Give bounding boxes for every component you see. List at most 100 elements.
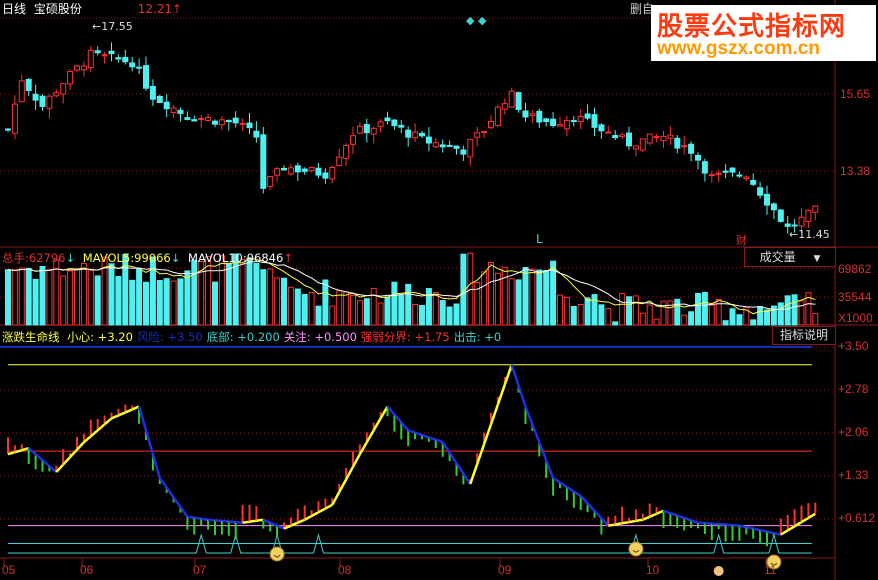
indicator-line-segment bbox=[331, 491, 341, 506]
indicator-line-segment bbox=[746, 525, 754, 530]
volume-bar bbox=[281, 277, 287, 326]
price-value: 12.21 bbox=[137, 2, 173, 16]
candle bbox=[39, 95, 46, 107]
volume-bar bbox=[688, 311, 695, 326]
volume-bar bbox=[87, 269, 94, 326]
indicator-param: 出击: +0 bbox=[453, 330, 502, 344]
stock-name: 宝硕股份 bbox=[33, 2, 82, 16]
indicator-line-segment bbox=[752, 527, 761, 532]
indicator-line-segment bbox=[165, 486, 175, 499]
candle bbox=[18, 80, 25, 103]
volume-bar bbox=[315, 305, 322, 326]
volume-bar bbox=[384, 296, 391, 326]
volume-bar bbox=[639, 312, 646, 326]
indicator-param: 小心: +3.20 bbox=[67, 330, 133, 344]
volume-bar bbox=[667, 300, 674, 326]
volume-bar bbox=[67, 270, 74, 326]
indicator-line-segment bbox=[496, 384, 506, 405]
candle bbox=[191, 119, 198, 122]
indicator-line-segment bbox=[531, 423, 541, 443]
indicator-line-segment bbox=[503, 364, 513, 386]
indicator-line-segment bbox=[628, 519, 637, 524]
candle bbox=[74, 65, 80, 71]
volume-bar bbox=[363, 298, 370, 326]
indicator-line-segment bbox=[469, 463, 479, 485]
indicator-axis-label: +1.33 bbox=[838, 468, 869, 482]
indicator-line-segment bbox=[345, 466, 355, 481]
volume-bar bbox=[398, 294, 405, 326]
candle bbox=[467, 138, 474, 158]
indicator-line-segment bbox=[76, 441, 85, 451]
volume-bar bbox=[591, 294, 598, 326]
volume-bar bbox=[136, 268, 143, 326]
indicator-line-segment bbox=[545, 459, 555, 479]
indicator-selector[interactable]: 成交量 ▼ bbox=[744, 247, 836, 267]
indicator-param: 风险: +3.50 bbox=[136, 330, 203, 344]
indicator-line-segment bbox=[593, 509, 603, 520]
volume-bar bbox=[191, 259, 198, 326]
volume-axis-label: 35544 bbox=[838, 290, 872, 304]
candle bbox=[156, 95, 163, 104]
candle bbox=[377, 121, 384, 128]
candle bbox=[626, 132, 632, 147]
marker-l: L bbox=[536, 232, 543, 246]
volume-bar bbox=[729, 308, 736, 326]
indicator-line-segment bbox=[586, 502, 596, 512]
volume-bar bbox=[522, 267, 529, 326]
diamond-icon: ◆ ◆ bbox=[466, 14, 487, 27]
volume-bar bbox=[543, 269, 550, 326]
indicator-line-segment bbox=[194, 516, 202, 520]
indicator-line-segment bbox=[358, 441, 368, 455]
indicator-line-segment bbox=[482, 423, 493, 445]
candle bbox=[805, 209, 812, 222]
mavol10-line bbox=[7, 260, 816, 311]
header: 日线 宝硕股份 12.21↑ bbox=[2, 0, 182, 17]
volume-bar bbox=[32, 278, 39, 326]
volume-bar bbox=[329, 305, 336, 326]
indicator-line-segment bbox=[559, 481, 568, 488]
volume-bar bbox=[453, 303, 460, 326]
indicator-line-segment bbox=[787, 525, 796, 532]
volume-bar bbox=[798, 300, 805, 326]
volume-bar bbox=[757, 306, 764, 326]
candle bbox=[729, 167, 736, 173]
candle bbox=[419, 132, 425, 137]
volume-bar bbox=[370, 287, 377, 326]
candle bbox=[239, 122, 246, 125]
candle bbox=[60, 83, 67, 95]
period-label[interactable]: 日线 bbox=[2, 2, 26, 16]
indicator-line-segment bbox=[311, 511, 320, 518]
candle bbox=[563, 119, 570, 130]
volume-bar bbox=[308, 291, 315, 326]
indicator-line-segment bbox=[421, 433, 430, 439]
indicator-line-segment bbox=[690, 519, 699, 524]
volume-bar bbox=[508, 278, 515, 326]
indicator-line-segment bbox=[683, 516, 692, 522]
date-axis-label: 09 bbox=[498, 563, 512, 577]
indicator-line-segment bbox=[151, 453, 162, 479]
candle bbox=[536, 110, 543, 123]
price-axis-label: 15.65 bbox=[840, 87, 871, 101]
money-bag-icon bbox=[713, 566, 724, 576]
candle bbox=[474, 132, 481, 138]
volume-bar bbox=[412, 303, 419, 326]
marker-finance[interactable]: 财 bbox=[736, 232, 747, 248]
candle bbox=[508, 90, 515, 108]
indicator-explain-button[interactable]: 指标说明 bbox=[772, 326, 836, 345]
stock-chart bbox=[0, 0, 878, 580]
volume-unit-label: X1000 bbox=[838, 311, 873, 325]
volume-bar bbox=[11, 270, 18, 326]
candle bbox=[46, 95, 53, 109]
candle bbox=[350, 135, 356, 145]
candle bbox=[757, 187, 764, 196]
indicator-line-segment bbox=[14, 448, 23, 454]
volume-bar bbox=[149, 256, 156, 326]
indicator-line-segment bbox=[317, 507, 326, 514]
volume-bar bbox=[632, 295, 639, 326]
indicator-line-segment bbox=[517, 385, 527, 407]
candle bbox=[87, 49, 94, 68]
volume-bar bbox=[405, 283, 412, 326]
dropdown-icon: ▼ bbox=[813, 254, 821, 264]
candle bbox=[460, 149, 467, 155]
volume-bar bbox=[598, 304, 605, 326]
